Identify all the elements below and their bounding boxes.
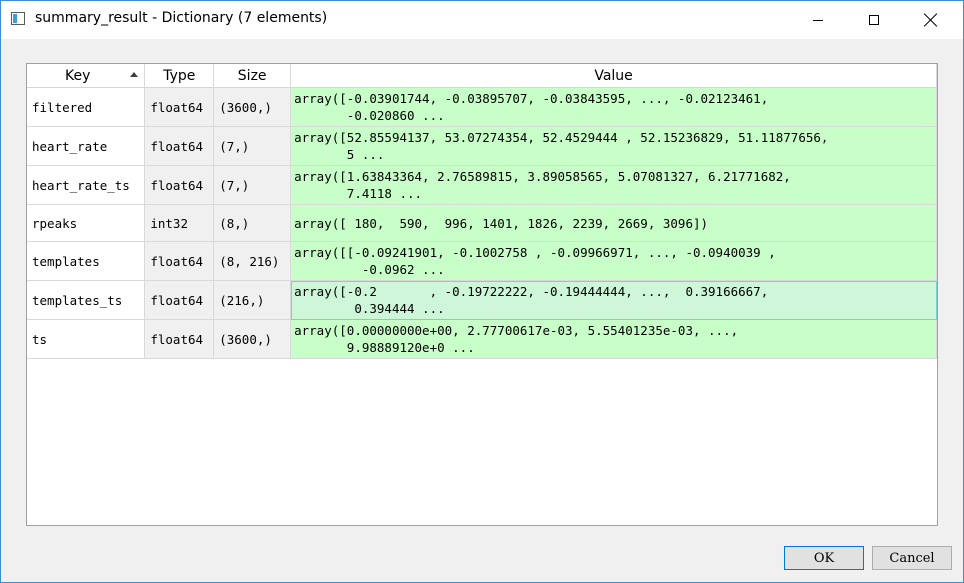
key-cell[interactable]: ts xyxy=(27,319,146,359)
column-header-type[interactable]: Type xyxy=(144,64,215,88)
type-cell[interactable]: float64 xyxy=(144,241,215,281)
key-cell[interactable]: templates_ts xyxy=(27,280,146,320)
key-cell[interactable]: heart_rate xyxy=(27,126,146,166)
value-cell[interactable]: array([0.00000000e+00, 2.77700617e-03, 5… xyxy=(290,319,937,359)
title-bar[interactable]: summary_result - Dictionary (7 elements) xyxy=(1,1,963,39)
type-cell[interactable]: float64 xyxy=(144,126,215,166)
table-row[interactable]: templates float64 (8, 216) array([[-0.09… xyxy=(27,241,937,281)
table-row[interactable]: ts float64 (3600,) array([0.00000000e+00… xyxy=(27,319,937,359)
table-row[interactable]: rpeaks int32 (8,) array([ 180, 590, 996,… xyxy=(27,204,937,242)
column-header-value[interactable]: Value xyxy=(290,64,937,88)
size-cell[interactable]: (216,) xyxy=(213,280,292,320)
value-cell[interactable]: array([-0.2 , -0.19722222, -0.19444444, … xyxy=(290,280,937,320)
size-cell[interactable]: (8,) xyxy=(213,204,292,242)
column-header-size[interactable]: Size xyxy=(213,64,292,88)
key-cell[interactable]: filtered xyxy=(27,87,146,127)
key-cell[interactable]: templates xyxy=(27,241,146,281)
table-row-selected[interactable]: templates_ts float64 (216,) array([-0.2 … xyxy=(27,280,937,320)
maximize-icon xyxy=(869,15,879,25)
window-title: summary_result - Dictionary (7 elements) xyxy=(35,10,328,26)
value-cell[interactable]: array([52.85594137, 53.07274354, 52.4529… xyxy=(290,126,937,166)
value-cell[interactable]: array([-0.03901744, -0.03895707, -0.0384… xyxy=(290,87,937,127)
size-cell[interactable]: (7,) xyxy=(213,165,292,205)
sort-ascending-icon xyxy=(130,72,138,77)
key-cell[interactable]: heart_rate_ts xyxy=(27,165,146,205)
ok-button[interactable]: OK xyxy=(784,546,864,570)
minimize-button[interactable] xyxy=(795,1,841,39)
table-row[interactable]: heart_rate float64 (7,) array([52.855941… xyxy=(27,126,937,166)
type-cell[interactable]: float64 xyxy=(144,319,215,359)
cancel-button[interactable]: Cancel xyxy=(872,546,952,570)
value-cell[interactable]: array([[-0.09241901, -0.1002758 , -0.099… xyxy=(290,241,937,281)
key-cell[interactable]: rpeaks xyxy=(27,204,146,242)
window-app-icon xyxy=(11,12,25,25)
column-header-key[interactable]: Key xyxy=(27,64,146,88)
maximize-button[interactable] xyxy=(851,1,897,39)
value-cell[interactable]: array([ 180, 590, 996, 1401, 1826, 2239,… xyxy=(290,204,937,242)
table-row[interactable]: filtered float64 (3600,) array([-0.03901… xyxy=(27,87,937,127)
table-header: Key Type Size Value xyxy=(27,64,937,88)
size-cell[interactable]: (8, 216) xyxy=(213,241,292,281)
type-cell[interactable]: float64 xyxy=(144,87,215,127)
size-cell[interactable]: (7,) xyxy=(213,126,292,166)
size-cell[interactable]: (3600,) xyxy=(213,87,292,127)
close-icon xyxy=(924,13,938,27)
value-cell[interactable]: array([1.63843364, 2.76589815, 3.8905856… xyxy=(290,165,937,205)
minimize-icon xyxy=(813,19,823,21)
dictionary-editor-window: summary_result - Dictionary (7 elements)… xyxy=(0,0,964,583)
type-cell[interactable]: float64 xyxy=(144,165,215,205)
table-row[interactable]: heart_rate_ts float64 (7,) array([1.6384… xyxy=(27,165,937,205)
size-cell[interactable]: (3600,) xyxy=(213,319,292,359)
type-cell[interactable]: float64 xyxy=(144,280,215,320)
type-cell[interactable]: int32 xyxy=(144,204,215,242)
dictionary-table[interactable]: Key Type Size Value filtered float64 (36… xyxy=(26,63,938,526)
close-button[interactable] xyxy=(908,1,954,39)
